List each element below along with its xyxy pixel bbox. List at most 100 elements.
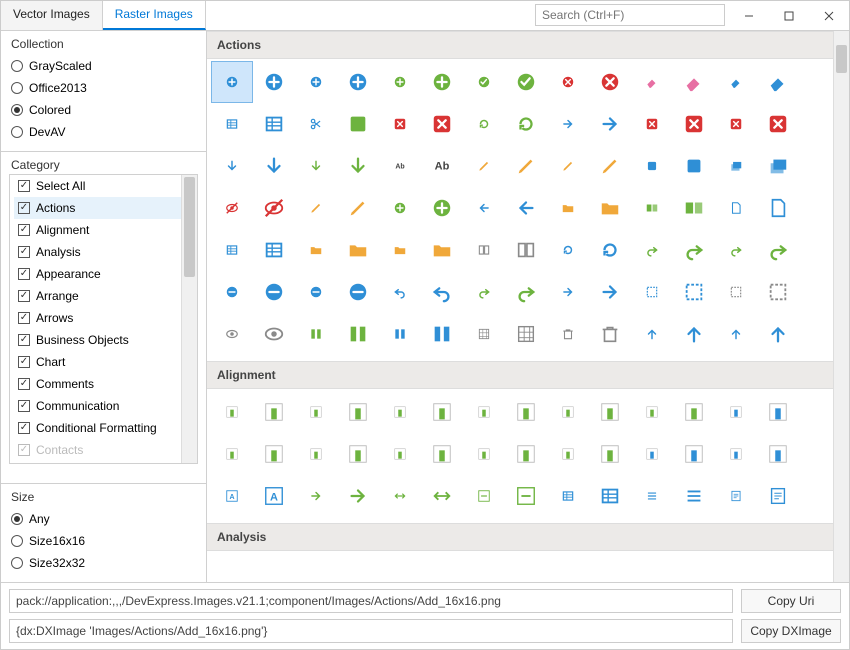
icon-al-hl[interactable]	[337, 433, 379, 475]
icon-al-hc[interactable]	[757, 391, 799, 433]
icon-split-v-sm[interactable]	[379, 313, 421, 355]
icon-al-bc-sm[interactable]	[211, 391, 253, 433]
tab-vector[interactable]: Vector Images	[1, 1, 103, 30]
maximize-button[interactable]	[769, 1, 809, 30]
icon-al-bc[interactable]	[253, 391, 295, 433]
icon-fwd-sm[interactable]	[547, 271, 589, 313]
icon-rm-file[interactable]	[337, 271, 379, 313]
icon-open-sm[interactable]	[295, 229, 337, 271]
copy-dximage-button[interactable]: Copy DXImage	[741, 619, 841, 643]
icon-close[interactable]	[421, 103, 463, 145]
icon-book-sm[interactable]	[463, 229, 505, 271]
category-item-arrange[interactable]: Arrange	[14, 285, 193, 307]
icon-add-small[interactable]	[211, 61, 253, 103]
icon-hide-sm[interactable]	[211, 187, 253, 229]
copy-uri-button[interactable]: Copy Uri	[741, 589, 841, 613]
category-item-comments[interactable]: Comments	[14, 373, 193, 395]
icon-dl2[interactable]	[337, 145, 379, 187]
icon-folder-sm[interactable]	[547, 187, 589, 229]
size-option-size32x32[interactable]: Size32x32	[11, 552, 196, 574]
icon-layers[interactable]	[757, 145, 799, 187]
icon-al-txt-sm[interactable]: A	[211, 475, 253, 517]
icon-show-sm[interactable]	[211, 313, 253, 355]
size-option-any[interactable]: Any	[11, 508, 196, 530]
icon-cancel[interactable]	[589, 61, 631, 103]
category-item-arrows[interactable]: Arrows	[14, 307, 193, 329]
icon-reset[interactable]	[505, 271, 547, 313]
icon-edit-tbl[interactable]	[589, 145, 631, 187]
icon-fwd[interactable]	[589, 271, 631, 313]
category-item-conditional-formatting[interactable]: Conditional Formatting	[14, 417, 193, 439]
icon-add[interactable]	[253, 61, 295, 103]
icon-al-br-sm[interactable]	[379, 391, 421, 433]
icon-clip-sm[interactable]	[337, 103, 379, 145]
icon-al-hc-sm[interactable]	[715, 391, 757, 433]
icon-clear-sm[interactable]	[631, 61, 673, 103]
icon-clear-fmt[interactable]	[757, 61, 799, 103]
icon-select[interactable]	[673, 271, 715, 313]
icon-al-cr-sm[interactable]	[631, 391, 673, 433]
icon-al-tbl-sm[interactable]	[547, 475, 589, 517]
icon-al-jc-sm[interactable]	[463, 433, 505, 475]
icon-open2[interactable]	[421, 229, 463, 271]
icon-split-v[interactable]	[421, 313, 463, 355]
icon-dl2-sm[interactable]	[295, 145, 337, 187]
icon-trash[interactable]	[589, 313, 631, 355]
icon-redo[interactable]	[673, 229, 715, 271]
icon-book[interactable]	[505, 229, 547, 271]
icon-al-bl-sm[interactable]	[295, 391, 337, 433]
icon-sel-all-sm[interactable]	[715, 271, 757, 313]
icon-back[interactable]	[505, 187, 547, 229]
icon-grid[interactable]	[505, 313, 547, 355]
icon-al-cl[interactable]	[589, 391, 631, 433]
icon-clear[interactable]	[673, 61, 715, 103]
icon-new-sm[interactable]	[715, 187, 757, 229]
icon-remove-sm[interactable]	[211, 271, 253, 313]
icon-al-tc-sm[interactable]	[631, 433, 673, 475]
gallery-scrollbar[interactable]	[833, 31, 849, 582]
icon-new-tbl-sm[interactable]	[211, 229, 253, 271]
uri-field[interactable]	[9, 589, 733, 613]
icon-dl[interactable]	[253, 145, 295, 187]
collection-option-office2013[interactable]: Office2013	[11, 77, 196, 99]
category-item-alignment[interactable]: Alignment	[14, 219, 193, 241]
icon-undo[interactable]	[421, 271, 463, 313]
icon-hide[interactable]	[253, 187, 295, 229]
icon-al-hr[interactable]	[421, 433, 463, 475]
search-input[interactable]	[535, 4, 725, 26]
icon-al-v2-sm[interactable]	[379, 475, 421, 517]
icon-al-txt[interactable]: A	[253, 475, 295, 517]
icon-convert-tbl-sm[interactable]	[547, 103, 589, 145]
icon-al-fit[interactable]	[505, 475, 547, 517]
collection-option-grayscaled[interactable]: GrayScaled	[11, 55, 196, 77]
icon-al-tc[interactable]	[673, 433, 715, 475]
icon-img-edit[interactable]	[337, 187, 379, 229]
collection-option-devav[interactable]: DevAV	[11, 121, 196, 143]
tab-raster[interactable]: Raster Images	[103, 1, 206, 30]
icon-select-sm[interactable]	[631, 271, 673, 313]
icon-apply[interactable]	[505, 61, 547, 103]
icon-al-hc2-sm[interactable]	[211, 433, 253, 475]
icon-al-tbl[interactable]	[589, 475, 631, 517]
icon-split-h[interactable]	[337, 313, 379, 355]
group-header-actions[interactable]: Actions	[207, 31, 833, 59]
category-item-actions[interactable]: Actions	[14, 197, 193, 219]
icon-trash-sm[interactable]	[547, 313, 589, 355]
icon-clear-fmt-sm[interactable]	[715, 61, 757, 103]
icon-drill-sm[interactable]: Ab	[379, 145, 421, 187]
icon-al-bl[interactable]	[337, 391, 379, 433]
icon-apply-sm[interactable]	[463, 61, 505, 103]
icon-clear-tbl-sm[interactable]	[211, 103, 253, 145]
icon-up[interactable]	[673, 313, 715, 355]
icon-img-edit-sm[interactable]	[295, 187, 337, 229]
icon-al-v[interactable]	[337, 475, 379, 517]
icon-refresh-sm[interactable]	[547, 229, 589, 271]
category-item-analysis[interactable]: Analysis	[14, 241, 193, 263]
icon-insert[interactable]	[421, 187, 463, 229]
icon-al-list[interactable]	[673, 475, 715, 517]
icon-grid-sm[interactable]	[463, 313, 505, 355]
icon-dl-sm[interactable]	[211, 145, 253, 187]
icon-al-cl-sm[interactable]	[547, 391, 589, 433]
icon-al-doc-sm[interactable]	[715, 475, 757, 517]
icon-open2-sm[interactable]	[379, 229, 421, 271]
